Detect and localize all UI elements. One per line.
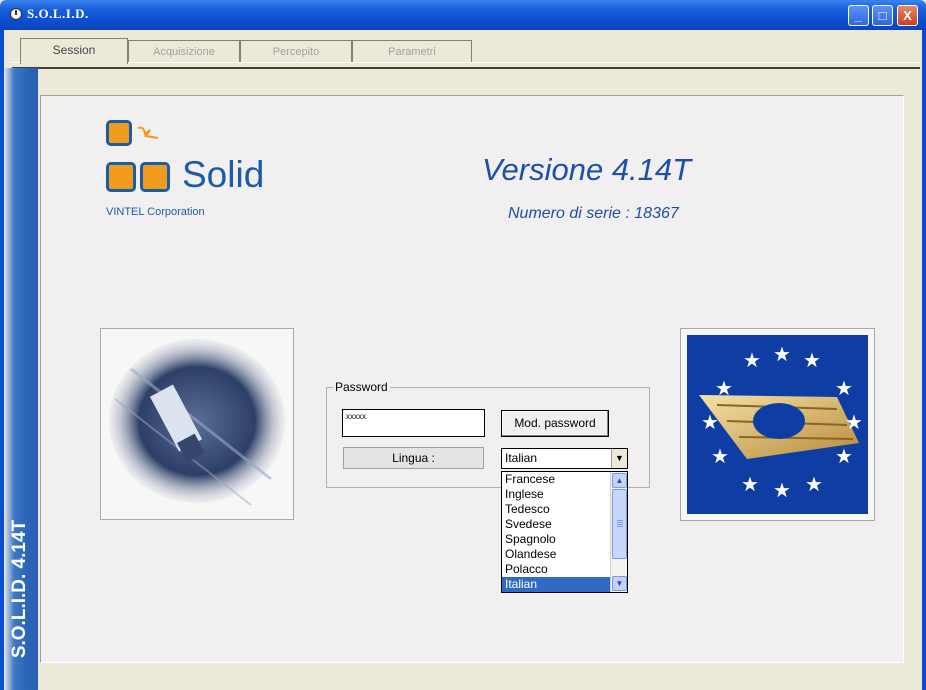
language-option-tedesco[interactable]: Tedesco [502,502,610,517]
eu-star-icon: ★ [835,378,853,400]
language-option-italian[interactable]: Italian [502,577,610,592]
tab-baseline [12,62,920,69]
serial-number: Numero di serie : 18367 [508,205,679,222]
language-option-polacco[interactable]: Polacco [502,562,610,577]
eu-star-icon: ★ [773,480,791,502]
language-select-value: Italian [505,451,538,465]
maximize-button[interactable]: □ [872,5,893,26]
eu-star-icon: ★ [803,350,821,372]
tab-acquisizione[interactable]: Acquisizione [128,40,240,62]
clock-icon[interactable] [10,8,22,20]
close-button[interactable]: X [897,5,918,26]
password-group-label: Password [333,380,390,394]
logo-subtitle: VINTEL Corporation [106,206,205,218]
tab-parametri[interactable]: Parametri [352,40,472,62]
language-option-spagnolo[interactable]: Spagnolo [502,532,610,547]
eu-star-icon: ★ [743,350,761,372]
eu-star-icon: ★ [715,378,733,400]
dropdown-scrollbar[interactable]: ▲ ▼ [610,472,627,592]
mod-password-label: Mod. password [514,416,596,430]
lingua-label: Lingua : [343,447,484,469]
side-banner-text-wrap: S.O.L.I.D. 4.14T [2,500,36,690]
eu-star-icon: ★ [711,446,729,468]
solid-logo: Solid VINTEL Corporation [104,120,304,220]
truck-illustration [109,339,285,506]
scroll-down-icon[interactable]: ▼ [612,576,627,591]
version-title: Versione 4.14T [482,152,692,187]
mod-password-button[interactable]: Mod. password [501,410,609,437]
truck-image [100,328,294,520]
window-frame-right [922,30,926,690]
tab-session[interactable]: Session [20,38,128,64]
scrollbar-thumb[interactable] [612,489,627,559]
eu-star-icon: ★ [835,446,853,468]
logo-wordmark: Solid [182,154,265,195]
title-bar: S.O.L.I.D. _ □ X [0,0,926,30]
scroll-up-icon[interactable]: ▲ [612,473,627,488]
minimize-button[interactable]: _ [848,5,869,26]
logo-square-bottom-right [140,162,170,192]
language-option-olandese[interactable]: Olandese [502,547,610,562]
language-select[interactable]: Italian ▼ [501,448,628,469]
eu-star-icon: ★ [845,412,863,434]
language-dropdown-list[interactable]: Francese Inglese Tedesco Svedese Spagnol… [501,471,628,593]
language-option-svedese[interactable]: Svedese [502,517,610,532]
tab-percepito[interactable]: Percepito [240,40,352,62]
password-input[interactable]: xxxxx [342,409,485,437]
window-title: S.O.L.I.D. [27,6,89,21]
eu-flag-background: ★ ★ ★ ★ ★ ★ ★ ★ ★ ★ ★ ★ [687,335,868,514]
eu-star-icon: ★ [741,474,759,496]
language-option-francese[interactable]: Francese [502,472,610,487]
eu-smartcard-image: ★ ★ ★ ★ ★ ★ ★ ★ ★ ★ ★ ★ [680,328,875,521]
logo-square-top [106,120,132,146]
logo-swoosh-icon [137,126,159,139]
eu-star-icon: ★ [701,412,719,434]
language-option-inglese[interactable]: Inglese [502,487,610,502]
eu-star-icon: ★ [805,474,823,496]
logo-square-bottom-left [106,162,136,192]
side-banner-text: S.O.L.I.D. 4.14T [9,519,30,659]
eu-star-icon: ★ [773,344,791,366]
chevron-down-icon[interactable]: ▼ [611,449,627,468]
